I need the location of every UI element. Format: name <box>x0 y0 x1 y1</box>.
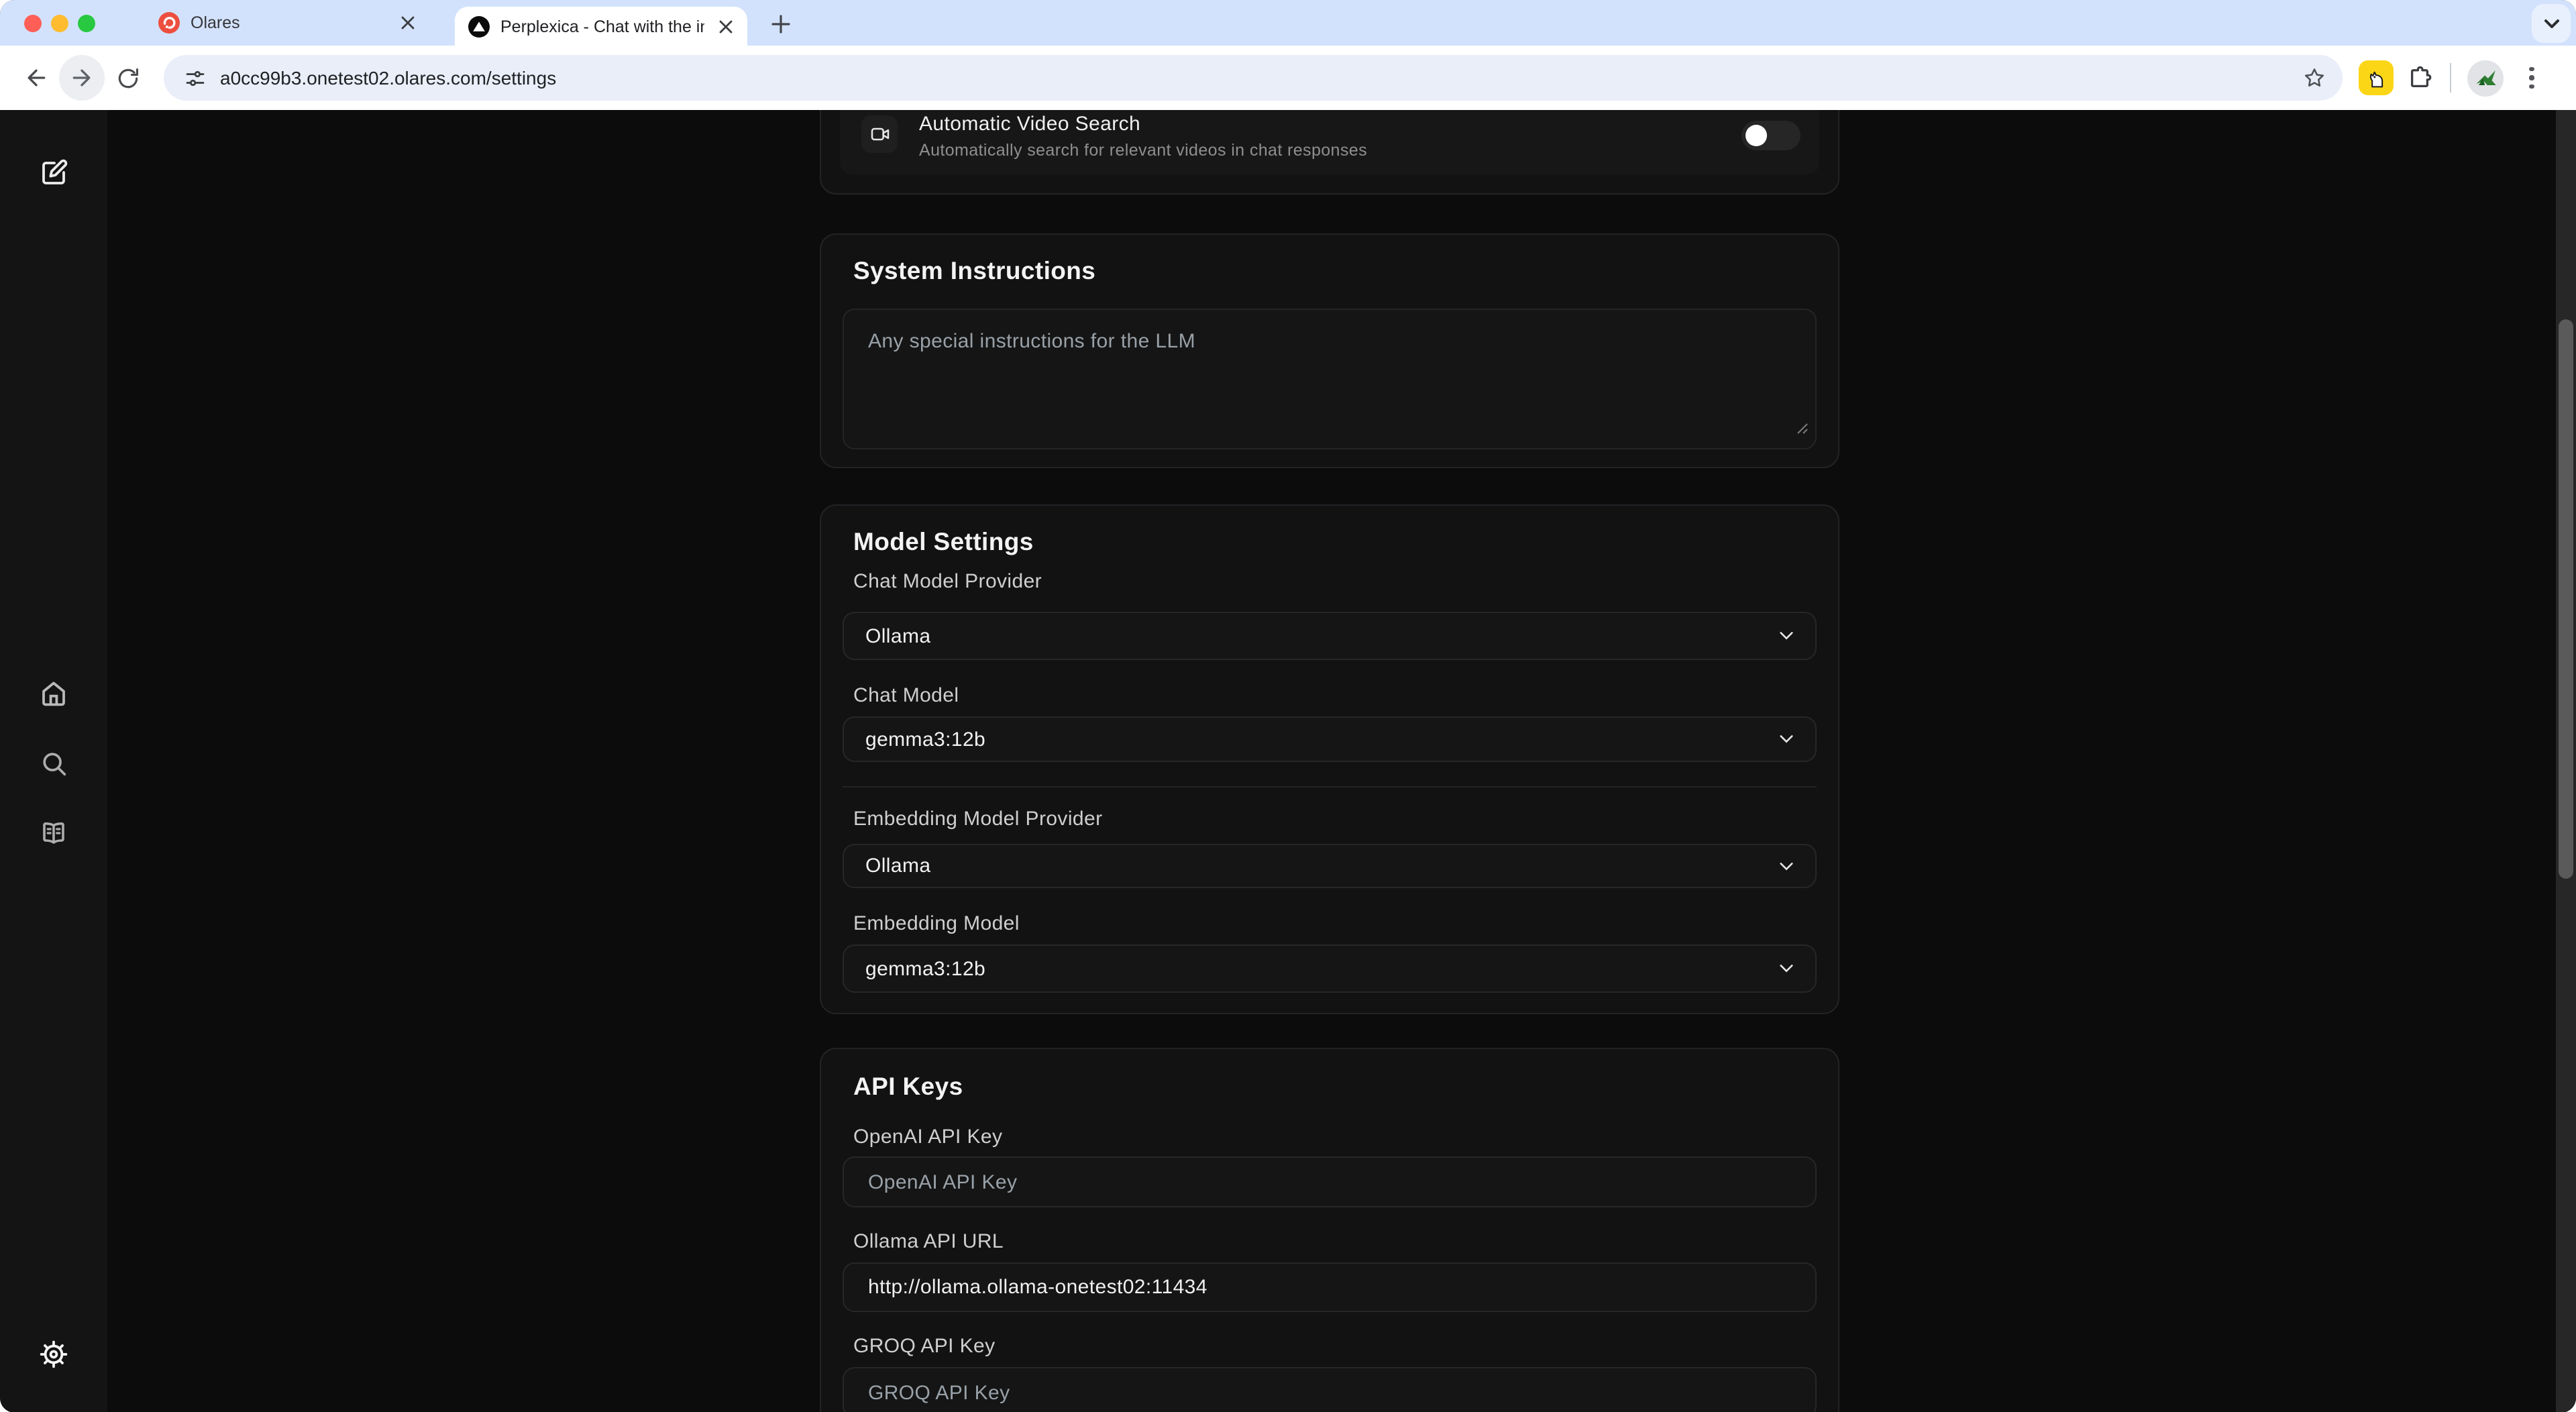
url-text[interactable]: a0cc99b3.onetest02.olares.com/settings <box>220 67 2302 89</box>
forward-button[interactable] <box>59 55 105 101</box>
video-search-toggle[interactable] <box>1741 121 1801 150</box>
scrollbar-track[interactable] <box>2556 110 2576 1412</box>
tab-close-icon[interactable] <box>397 12 419 34</box>
card-title: Model Settings <box>853 527 1034 557</box>
resize-handle-icon[interactable] <box>1796 417 1809 441</box>
browser-menu-kebab-icon[interactable] <box>2516 62 2548 94</box>
video-camera-icon <box>869 123 890 145</box>
card-video-search: Automatic Video Search Automatically sea… <box>820 110 1839 195</box>
field-label: OpenAI API Key <box>853 1126 1002 1148</box>
app-sidebar <box>0 110 107 1412</box>
toggle-knob <box>1746 125 1767 146</box>
setting-description: Automatically search for relevant videos… <box>919 141 1367 160</box>
sidebar-item-home[interactable] <box>38 677 70 710</box>
window-controls <box>24 14 95 32</box>
sidebar-item-discover[interactable] <box>38 747 70 779</box>
chat-model-select[interactable]: gemma3:12b <box>843 716 1817 762</box>
reload-button[interactable] <box>105 55 150 101</box>
app-content: Automatic Video Search Automatically sea… <box>0 110 2576 1412</box>
textarea-placeholder: Any special instructions for the LLM <box>868 330 1195 353</box>
sidebar-item-settings[interactable] <box>38 1338 70 1370</box>
chevron-down-icon <box>1779 734 1794 745</box>
profile-avatar[interactable] <box>2467 60 2504 96</box>
new-chat-button[interactable] <box>38 157 70 189</box>
settings-page: Automatic Video Search Automatically sea… <box>107 110 2576 1412</box>
search-icon <box>38 748 69 779</box>
field-label: Embedding Model <box>853 912 1020 935</box>
open-book-icon <box>38 817 70 849</box>
setting-title: Automatic Video Search <box>919 113 1140 135</box>
field-label: GROQ API Key <box>853 1335 996 1358</box>
card-model-settings: Model Settings Chat Model Provider Ollam… <box>820 504 1839 1014</box>
tab-search-button[interactable] <box>2532 4 2571 43</box>
chat-model-provider-select[interactable]: Ollama <box>843 612 1817 660</box>
text-input[interactable] <box>865 1380 1794 1405</box>
stage: Olares Perplexica - Chat with the int <box>0 0 2576 1412</box>
chevron-down-icon <box>2542 14 2561 33</box>
embedding-model-select[interactable]: gemma3:12b <box>843 944 1817 993</box>
perplexica-favicon-icon <box>468 15 490 37</box>
toolbar-separator <box>2450 63 2451 93</box>
setting-row-video-search: Automatic Video Search Automatically sea… <box>840 110 1819 174</box>
select-value: gemma3:12b <box>865 728 1779 751</box>
olares-favicon-icon <box>158 12 180 34</box>
tab-close-icon[interactable] <box>715 15 737 37</box>
address-bar[interactable]: a0cc99b3.onetest02.olares.com/settings <box>164 55 2343 101</box>
ollama-api-url-input[interactable] <box>843 1262 1817 1312</box>
tab-title: Perplexica - Chat with the int <box>500 17 704 36</box>
field-label: Ollama API URL <box>853 1230 1004 1253</box>
llama-extension-icon[interactable] <box>2359 60 2394 95</box>
bookmark-star-icon[interactable] <box>2302 66 2326 90</box>
field-label: Chat Model Provider <box>853 570 1042 593</box>
extensions-puzzle-icon[interactable] <box>2406 64 2434 92</box>
minimize-window-button[interactable] <box>51 14 68 32</box>
home-icon <box>38 677 70 710</box>
select-value: gemma3:12b <box>865 957 1779 980</box>
card-system-instructions: System Instructions Any special instruct… <box>820 233 1839 468</box>
back-button[interactable] <box>13 55 59 101</box>
chevron-down-icon <box>1779 631 1794 641</box>
groq-api-key-input[interactable] <box>843 1367 1817 1412</box>
tab-perplexica[interactable]: Perplexica - Chat with the int <box>455 7 747 46</box>
chevron-down-icon <box>1779 963 1794 974</box>
text-input[interactable] <box>865 1169 1794 1195</box>
site-controls-icon[interactable] <box>184 66 207 89</box>
text-input[interactable] <box>865 1274 1794 1300</box>
tab-title: Olares <box>191 13 386 32</box>
card-api-keys: API Keys OpenAI API Key Ollama API URL G… <box>820 1048 1839 1412</box>
system-instructions-textarea[interactable]: Any special instructions for the LLM <box>843 309 1817 449</box>
compose-icon <box>38 157 70 189</box>
chevron-down-icon <box>1779 861 1794 871</box>
browser-toolbar: a0cc99b3.onetest02.olares.com/settings <box>0 46 2576 110</box>
openai-api-key-input[interactable] <box>843 1156 1817 1207</box>
select-value: Ollama <box>865 855 1779 877</box>
tab-olares[interactable]: Olares <box>145 0 429 46</box>
close-window-button[interactable] <box>24 14 42 32</box>
scrollbar-thumb[interactable] <box>2559 319 2573 879</box>
video-icon-box <box>861 115 898 153</box>
zoom-window-button[interactable] <box>78 14 95 32</box>
toolbar-icons <box>2359 60 2548 96</box>
gear-icon <box>38 1337 70 1370</box>
embedding-model-provider-select[interactable]: Ollama <box>843 844 1817 888</box>
browser-window: Olares Perplexica - Chat with the int <box>0 0 2576 1412</box>
section-divider <box>843 786 1817 788</box>
field-label: Chat Model <box>853 684 959 707</box>
sidebar-item-library[interactable] <box>38 817 70 849</box>
card-title: System Instructions <box>853 256 1095 286</box>
card-title: API Keys <box>853 1072 963 1101</box>
new-tab-button[interactable] <box>765 8 797 40</box>
select-value: Ollama <box>865 624 1779 647</box>
tab-strip: Olares Perplexica - Chat with the int <box>0 0 2576 46</box>
field-label: Embedding Model Provider <box>853 808 1102 830</box>
